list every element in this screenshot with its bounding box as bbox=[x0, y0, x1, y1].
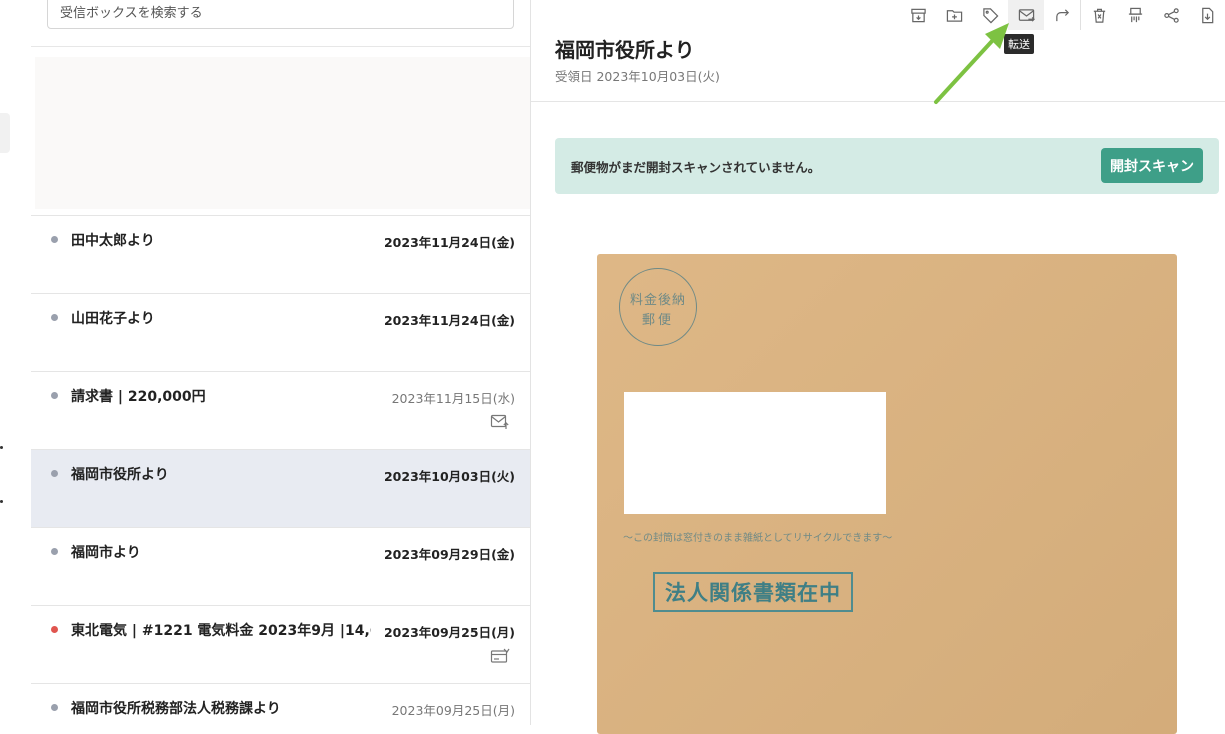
reply-forward-icon bbox=[1055, 8, 1069, 21]
share-button[interactable] bbox=[1153, 0, 1189, 30]
item-subject: 福岡市役所税務部法人税務課より bbox=[71, 701, 281, 717]
unread-dot bbox=[51, 236, 58, 243]
envelope-image: 料金後納 郵便 〜この封筒は窓付きのまま雑紙としてリサイクルできます〜 法人関係… bbox=[597, 254, 1177, 734]
enclosure-stamp: 法人関係書類在中 bbox=[653, 572, 853, 612]
unread-dot bbox=[51, 470, 58, 477]
archive-icon bbox=[910, 8, 926, 22]
recycle-note: 〜この封筒は窓付きのまま雑紙としてリサイクルできます〜 bbox=[623, 533, 893, 544]
message-list: 受信ボックスを検索する 田中太郎より 2023年11月24日(金) 山田花子より… bbox=[31, 0, 531, 725]
item-subject: 福岡市より bbox=[71, 545, 141, 561]
download-icon bbox=[1201, 7, 1213, 23]
payment-card-icon bbox=[490, 648, 510, 663]
item-subject: 福岡市役所より bbox=[71, 467, 169, 483]
rail-tab[interactable] bbox=[0, 113, 10, 153]
message-detail: 福岡市役所より 受領日 2023年10月03日(火) 転送 郵便物がまだ開封スキ… bbox=[531, 0, 1225, 734]
shred-button[interactable] bbox=[1117, 0, 1153, 30]
trash-icon bbox=[1093, 8, 1105, 23]
detail-header: 福岡市役所より 受領日 2023年10月03日(火) 転送 bbox=[531, 0, 1225, 102]
postmark-line2: 郵便 bbox=[641, 313, 674, 328]
postmark-line1: 料金後納 bbox=[629, 293, 686, 308]
item-date: 2023年11月15日(水) bbox=[391, 391, 515, 406]
list-placeholder bbox=[31, 47, 530, 216]
scan-banner: 郵便物がまだ開封スキャンされていません。 開封スキャン bbox=[555, 138, 1219, 194]
item-date: 2023年10月03日(火) bbox=[383, 469, 515, 484]
trash-button[interactable] bbox=[1081, 0, 1117, 30]
search-bar: 受信ボックスを検索する bbox=[31, 0, 530, 47]
item-subject: 請求書 | 220,000円 bbox=[71, 389, 206, 405]
item-date: 2023年11月24日(金) bbox=[383, 313, 515, 328]
list-item[interactable]: 福岡市役所税務部法人税務課より 2023年09月25日(月) bbox=[31, 684, 530, 725]
send-forward-button[interactable] bbox=[1044, 0, 1080, 30]
list-item-selected[interactable]: 福岡市役所より 2023年10月03日(火) bbox=[31, 450, 530, 528]
list-item[interactable]: 福岡市より 2023年09月29日(金) bbox=[31, 528, 530, 606]
status-dot bbox=[51, 392, 58, 399]
unread-dot bbox=[51, 314, 58, 321]
share-icon bbox=[1163, 7, 1179, 23]
list-item[interactable]: 田中太郎より 2023年11月24日(金) bbox=[31, 216, 530, 294]
rail-marker bbox=[0, 500, 3, 503]
urgent-dot bbox=[51, 626, 58, 633]
item-date: 2023年11月24日(金) bbox=[383, 235, 515, 250]
envelope-window bbox=[624, 392, 886, 514]
item-subject: 山田花子より bbox=[71, 311, 155, 327]
list-item[interactable]: 東北電気 | #1221 電気料金 2023年9月 |14,6... 2023年… bbox=[31, 606, 530, 684]
annotation-arrow bbox=[934, 23, 1009, 104]
unread-dot bbox=[51, 548, 58, 555]
mail-forward-icon bbox=[490, 414, 509, 429]
shred-icon bbox=[1128, 7, 1142, 22]
item-subject: 田中太郎より bbox=[71, 233, 155, 249]
left-rail bbox=[0, 0, 32, 725]
item-date: 2023年09月29日(金) bbox=[383, 547, 515, 562]
received-date: 受領日 2023年10月03日(火) bbox=[555, 69, 720, 84]
postmark: 料金後納 郵便 bbox=[619, 268, 697, 346]
item-date: 2023年09月25日(月) bbox=[383, 625, 515, 640]
rail-marker bbox=[0, 446, 3, 449]
list-item[interactable]: 請求書 | 220,000円 2023年11月15日(水) bbox=[31, 372, 530, 450]
banner-message: 郵便物がまだ開封スキャンされていません。 bbox=[571, 160, 821, 175]
list-item[interactable]: 山田花子より 2023年11月24日(金) bbox=[31, 294, 530, 372]
open-scan-button[interactable]: 開封スキャン bbox=[1101, 148, 1203, 183]
download-button[interactable] bbox=[1189, 0, 1225, 30]
page-title: 福岡市役所より bbox=[555, 38, 695, 62]
item-date: 2023年09月25日(月) bbox=[391, 703, 515, 718]
status-dot bbox=[51, 704, 58, 711]
search-input[interactable]: 受信ボックスを検索する bbox=[47, 0, 514, 29]
item-subject: 東北電気 | #1221 電気料金 2023年9月 |14,6... bbox=[71, 623, 371, 639]
